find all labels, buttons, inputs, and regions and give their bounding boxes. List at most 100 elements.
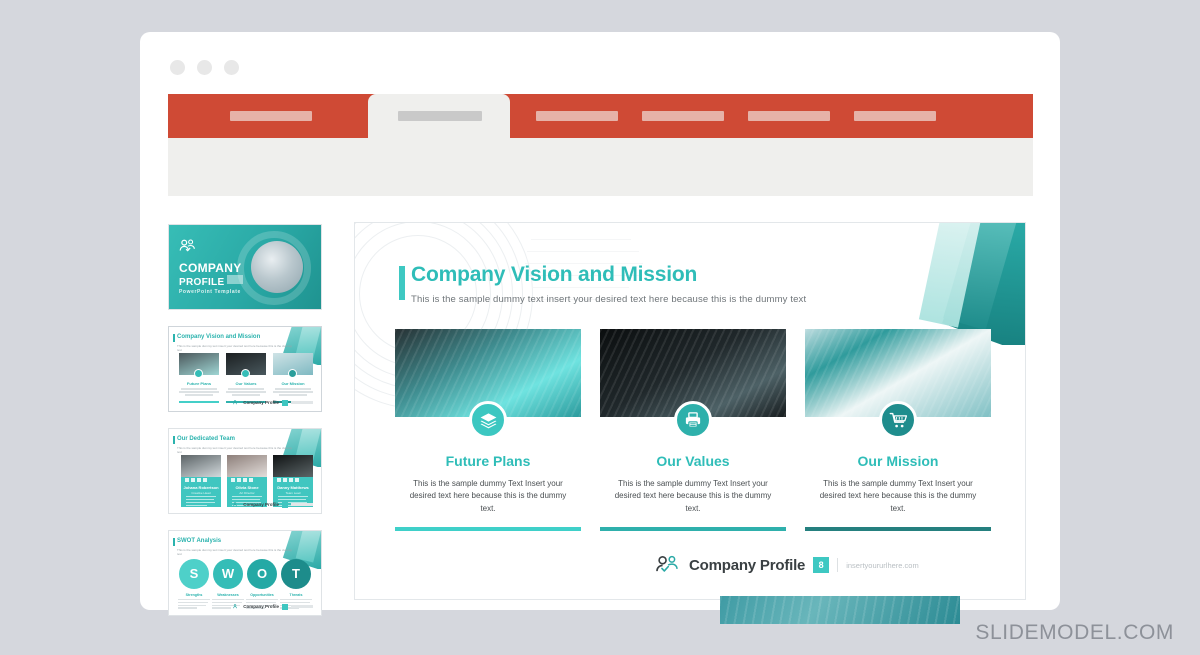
column-rule xyxy=(600,527,786,532)
team-name-3: Danny Matthews xyxy=(277,485,309,490)
browser-window: COMPANY PROFILE PowerPoint Template Comp… xyxy=(140,32,1060,624)
thumb-2-icon-2 xyxy=(241,369,250,378)
next-slide-preview[interactable] xyxy=(720,596,960,624)
thumb-3-badge xyxy=(282,501,288,508)
swot-circle-o: O xyxy=(247,559,277,589)
thumb-4-badge xyxy=(282,603,288,610)
thumb-2-title: Company Vision and Mission xyxy=(172,334,261,342)
slide-thumbnail-1[interactable]: COMPANY PROFILE PowerPoint Template xyxy=(168,224,322,310)
footer-url: insertyoururlhere.com xyxy=(846,560,919,570)
team-role-2: Art Director xyxy=(239,491,255,495)
thumb-3-brand: Company Profile xyxy=(243,502,279,507)
thumb-4-subtitle: This is the sample dummy text insert you… xyxy=(177,548,292,556)
column-body: This is the sample dummy Text Insert you… xyxy=(819,479,977,513)
tab-2-label-placeholder xyxy=(398,111,482,121)
footer-brand: Company Profile xyxy=(689,556,806,574)
team-card-2: Olivia Stone Art Director xyxy=(227,455,267,507)
team-bio-1 xyxy=(186,496,216,508)
column-our-mission: Our Mission This is the sample dummy Tex… xyxy=(805,329,991,532)
page-number-badge: 8 xyxy=(813,557,830,573)
swot-label-3: Opportunities xyxy=(250,593,274,597)
window-controls[interactable] xyxy=(170,60,239,75)
swot-circle-s: S xyxy=(179,559,209,589)
browser-tab-strip xyxy=(168,94,1033,138)
cover-line-3: PowerPoint Template xyxy=(179,289,241,295)
people-check-icon xyxy=(656,555,678,572)
people-check-icon xyxy=(233,399,238,405)
column-heading: Future Plans xyxy=(445,453,531,469)
slide-thumbnail-2[interactable]: Company Vision and Mission This is the s… xyxy=(168,326,322,412)
thumb-4-url-placeholder xyxy=(291,605,313,608)
shopping-cart-icon xyxy=(879,401,917,439)
slide-columns: Future Plans This is the sample dummy Te… xyxy=(395,329,991,532)
social-icons xyxy=(185,478,207,482)
slide-thumbnail-sidebar[interactable]: COMPANY PROFILE PowerPoint Template Comp… xyxy=(168,224,328,632)
tab-5[interactable] xyxy=(748,111,830,121)
cover-line-2: PROFILE xyxy=(179,275,244,288)
cover-photo xyxy=(251,241,303,293)
thumb-2-text-2 xyxy=(226,388,266,398)
thumb-4-footer: Company Profile xyxy=(233,603,313,610)
slide-thumbnail-3[interactable]: Our Dedicated Team This is the sample du… xyxy=(168,428,322,514)
team-photo-3 xyxy=(273,455,313,477)
cover-line-1: COMPANY xyxy=(179,261,242,275)
slide-thumbnail-4[interactable]: SWOT Analysis This is the sample dummy t… xyxy=(168,530,322,616)
social-icons xyxy=(231,478,253,482)
window-dot-3[interactable] xyxy=(224,60,239,75)
team-role-1: Creative Head xyxy=(191,491,211,495)
swot-label-4: Threats xyxy=(289,593,303,597)
team-card-3: Danny Matthews Team Lead xyxy=(273,455,313,507)
thumb-2-brand: Company Profile xyxy=(243,400,279,405)
title-accent-bar xyxy=(399,266,405,300)
team-photo-2 xyxy=(227,455,267,477)
swot-text-1 xyxy=(178,599,210,610)
cover-accent-block xyxy=(227,275,244,284)
layers-icon xyxy=(469,401,507,439)
team-name-1: Johana Robertson xyxy=(183,485,219,490)
thumb-2-subtitle: This is the sample dummy text insert you… xyxy=(177,344,292,352)
thumb-3-url-placeholder xyxy=(291,503,313,506)
tab-4[interactable] xyxy=(642,111,724,121)
tab-2-active[interactable] xyxy=(368,94,510,138)
thumb-2-icon-3 xyxy=(288,369,297,378)
thumb-4-brand: Company Profile xyxy=(243,604,279,609)
swot-circle-w: W xyxy=(213,559,243,589)
thumb-2-url-placeholder xyxy=(291,401,313,404)
screenshot-root: COMPANY PROFILE PowerPoint Template Comp… xyxy=(0,0,1200,655)
tab-3[interactable] xyxy=(536,111,618,121)
social-icons xyxy=(277,478,299,482)
tab-1[interactable] xyxy=(230,111,312,121)
thumb-2-heading-2: Our Values xyxy=(235,381,257,386)
thumb-4-title: SWOT Analysis xyxy=(172,538,222,546)
thumb-2-text-3 xyxy=(273,388,313,398)
people-check-icon xyxy=(179,239,195,252)
team-photo-1 xyxy=(181,455,221,477)
swot-label-2: Weaknesses xyxy=(217,593,239,597)
slide-subtitle: This is the sample dummy text insert you… xyxy=(411,294,807,305)
decorative-corner-facets xyxy=(905,223,1025,345)
people-check-icon xyxy=(233,603,238,609)
people-check-icon xyxy=(233,501,238,507)
swot-label-1: Strengths xyxy=(185,593,203,597)
thumb-2-heading-1: Future Plans xyxy=(186,381,212,386)
column-our-values: Our Values This is the sample dummy Text… xyxy=(600,329,786,532)
site-watermark: SLIDEMODEL.COM xyxy=(975,621,1174,644)
editor-workspace: COMPANY PROFILE PowerPoint Template Comp… xyxy=(168,196,1033,624)
printer-icon xyxy=(674,401,712,439)
slide-title: Company Vision and Mission xyxy=(411,263,698,286)
thumb-2-icon-1 xyxy=(194,369,203,378)
window-dot-2[interactable] xyxy=(197,60,212,75)
window-dot-1[interactable] xyxy=(170,60,185,75)
thumb-2-badge xyxy=(282,399,288,406)
footer-divider xyxy=(837,558,839,572)
column-rule xyxy=(805,527,991,532)
thumb-2-footer: Company Profile xyxy=(233,399,313,406)
tab-6[interactable] xyxy=(854,111,936,121)
slide-footer: Company Profile 8 insertyoururlhere.com xyxy=(655,555,919,575)
column-heading: Our Values xyxy=(656,453,730,469)
thumb-3-title: Our Dedicated Team xyxy=(173,436,235,444)
slide-canvas[interactable]: Company Vision and Mission This is the s… xyxy=(354,222,1026,600)
slide-title-block: Company Vision and Mission This is the s… xyxy=(399,263,807,305)
team-name-2: Olivia Stone xyxy=(235,485,259,490)
thumb-3-subtitle: This is the sample dummy text insert you… xyxy=(177,446,292,454)
